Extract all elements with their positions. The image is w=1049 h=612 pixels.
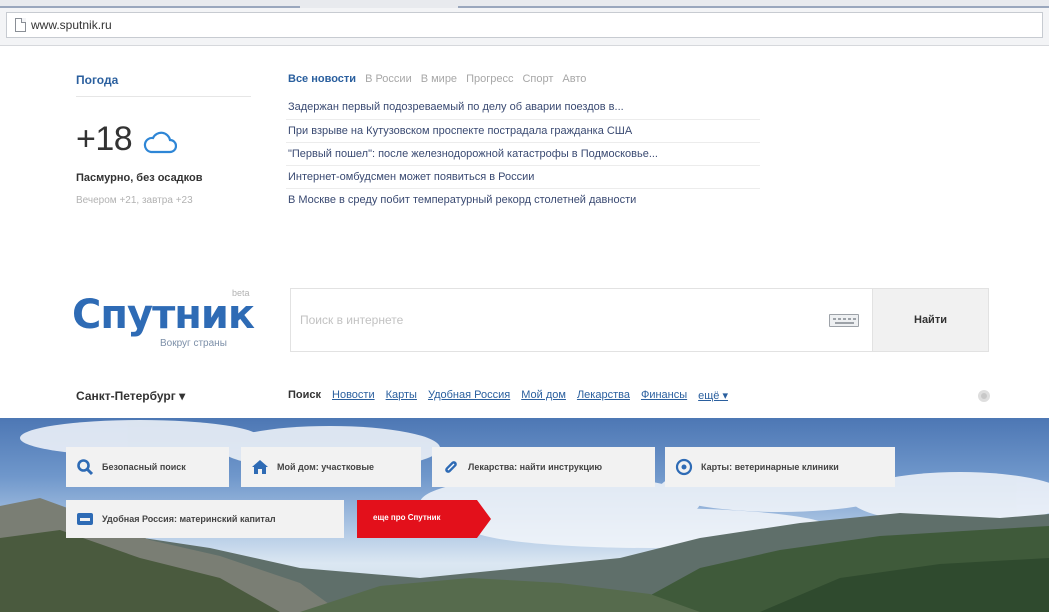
service-convenient-russia[interactable]: Удобная Россия bbox=[428, 389, 510, 402]
chevron-down-icon: ▾ bbox=[175, 389, 186, 403]
chip-label: Безопасный поиск bbox=[102, 462, 186, 472]
search-box bbox=[290, 288, 873, 352]
chip-label: Карты: ветеринарные клиники bbox=[701, 462, 839, 472]
service-my-home[interactable]: Мой дом bbox=[521, 389, 566, 402]
address-url[interactable]: www.sputnik.ru bbox=[31, 18, 112, 32]
news-item[interactable]: В Москве в среду побит температурный рек… bbox=[286, 188, 760, 211]
news-list: Задержан первый подозреваемый по делу об… bbox=[286, 101, 760, 211]
pill-icon bbox=[445, 461, 457, 473]
gear-icon[interactable] bbox=[978, 390, 990, 402]
news-item[interactable]: При взрыве на Кутузовском проспекте пост… bbox=[286, 119, 760, 142]
chip-label: Мой дом: участковые bbox=[277, 462, 375, 472]
news-tabs: Все новости В России В мире Прогресс Спо… bbox=[288, 73, 586, 85]
search-input[interactable] bbox=[292, 290, 812, 350]
news-item[interactable]: Интернет-омбудсмен может появиться в Рос… bbox=[286, 165, 760, 188]
news-tab-all[interactable]: Все новости bbox=[288, 73, 356, 85]
chip-maps[interactable]: Карты: ветеринарные клиники bbox=[665, 447, 895, 487]
chip-medicines[interactable]: Лекарства: найти инструкцию bbox=[432, 447, 655, 487]
news-tab-progress[interactable]: Прогресс bbox=[466, 73, 513, 85]
browser-tab-strip bbox=[0, 0, 1049, 8]
city-name: Санкт-Петербург bbox=[76, 389, 176, 403]
service-maps[interactable]: Карты bbox=[386, 389, 417, 402]
weather-description: Пасмурно, без осадков bbox=[76, 172, 203, 184]
home-icon bbox=[252, 460, 268, 474]
chip-safe-search[interactable]: Безопасный поиск bbox=[66, 447, 229, 487]
promo-label: еще про Спутник bbox=[373, 513, 441, 522]
chip-label: Удобная Россия: материнский капитал bbox=[102, 514, 276, 524]
cloud-icon bbox=[143, 131, 177, 154]
service-search[interactable]: Поиск bbox=[288, 389, 321, 402]
service-more[interactable]: ещё ▾ bbox=[698, 389, 728, 402]
search-icon bbox=[77, 459, 94, 476]
chevron-down-icon: ▾ bbox=[719, 390, 729, 402]
weather-title[interactable]: Погода bbox=[76, 73, 118, 87]
logo-wordmark: Спутник bbox=[72, 292, 255, 338]
map-target-icon bbox=[675, 458, 693, 476]
inbox-icon bbox=[77, 513, 93, 525]
news-item[interactable]: "Первый пошел": после железнодорожной ка… bbox=[286, 142, 760, 165]
news-item[interactable]: Задержан первый подозреваемый по делу об… bbox=[286, 97, 760, 119]
chip-convenient-russia[interactable]: Удобная Россия: материнский капитал bbox=[66, 500, 344, 538]
weather-temperature: +18 bbox=[76, 120, 133, 158]
service-medicines[interactable]: Лекарства bbox=[577, 389, 630, 402]
keyboard-icon[interactable] bbox=[829, 314, 859, 327]
service-finance[interactable]: Финансы bbox=[641, 389, 687, 402]
address-bar[interactable]: www.sputnik.ru bbox=[6, 12, 1043, 38]
news-tab-world[interactable]: В мире bbox=[421, 73, 457, 85]
news-tab-russia[interactable]: В России bbox=[365, 73, 412, 85]
news-tab-sport[interactable]: Спорт bbox=[522, 73, 553, 85]
service-news[interactable]: Новости bbox=[332, 389, 375, 402]
city-selector[interactable]: Санкт-Петербург ▾ bbox=[76, 389, 185, 403]
news-tab-auto[interactable]: Авто bbox=[562, 73, 586, 85]
logo-tagline: Вокруг страны bbox=[160, 338, 227, 349]
chip-my-home[interactable]: Мой дом: участковые bbox=[241, 447, 421, 487]
search-button[interactable]: Найти bbox=[873, 288, 989, 352]
browser-toolbar: www.sputnik.ru bbox=[0, 0, 1049, 46]
services-nav: Поиск Новости Карты Удобная Россия Мой д… bbox=[288, 389, 728, 402]
chip-label: Лекарства: найти инструкцию bbox=[468, 462, 603, 472]
sputnik-logo[interactable]: beta Спутник Вокруг страны bbox=[72, 284, 272, 354]
weather-forecast: Вечером +21, завтра +23 bbox=[76, 195, 193, 206]
page-icon bbox=[15, 18, 26, 32]
weather-divider bbox=[76, 96, 251, 97]
service-more-label: ещё bbox=[698, 390, 720, 402]
about-sputnik-button[interactable]: еще про Спутник bbox=[357, 500, 491, 538]
